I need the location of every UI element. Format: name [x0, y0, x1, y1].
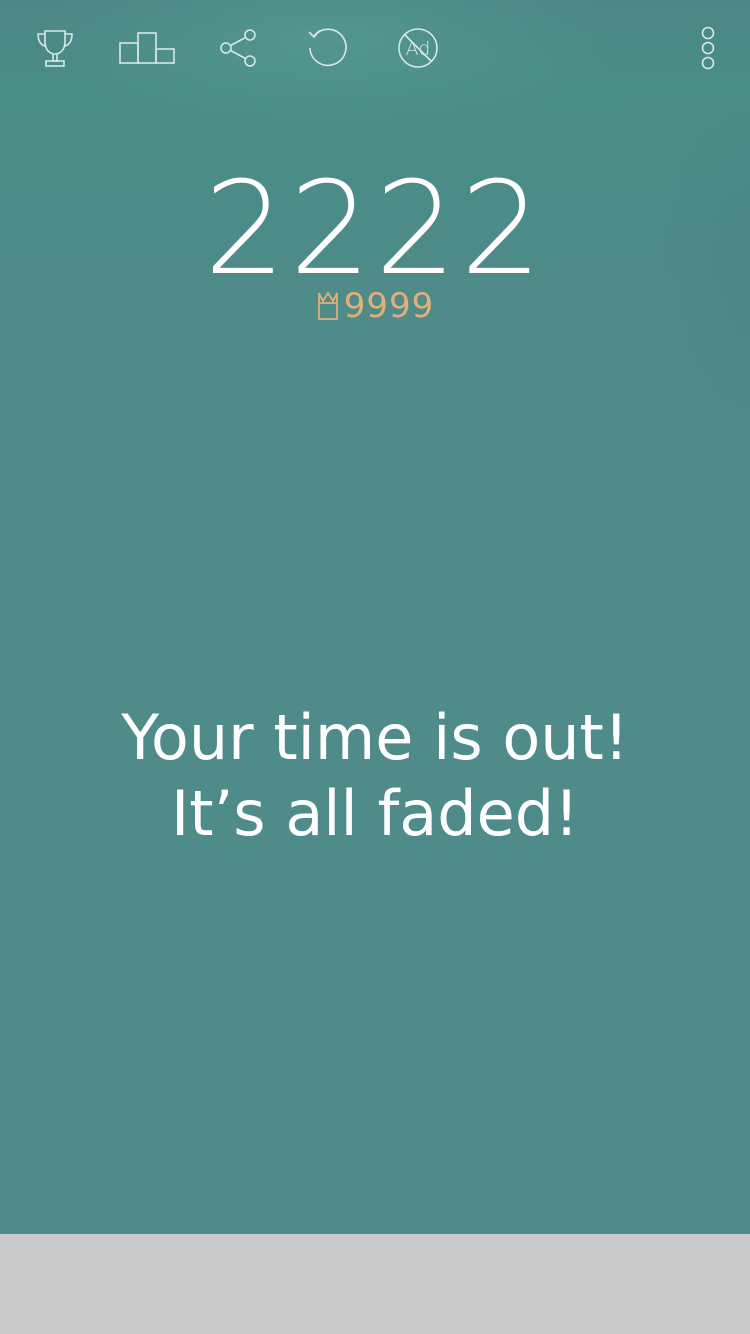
more-options-button[interactable]	[686, 26, 730, 70]
crown-icon	[316, 291, 340, 321]
game-screen: Ad 2222 9999 Your time is out! It’s all …	[0, 0, 750, 1234]
best-score-value: 9999	[343, 286, 435, 326]
remove-ads-button[interactable]: Ad	[396, 26, 440, 70]
no-ads-label: Ad	[406, 38, 431, 60]
top-toolbar: Ad	[0, 0, 750, 100]
game-over-line-1: Your time is out!	[121, 701, 629, 774]
leaderboard-button[interactable]	[117, 26, 177, 70]
share-icon	[220, 29, 256, 67]
best-score: 9999	[0, 286, 750, 326]
restart-icon	[308, 28, 347, 67]
more-options-icon	[701, 26, 715, 70]
ad-banner[interactable]	[0, 1234, 750, 1334]
trophy-icon	[37, 30, 73, 67]
game-over-line-2: It’s all faded!	[171, 777, 579, 850]
share-button[interactable]	[216, 26, 260, 70]
no-ads-icon: Ad	[398, 28, 438, 68]
current-score: 2222	[204, 155, 546, 304]
leaderboard-icon	[119, 32, 175, 64]
achievements-button[interactable]	[33, 26, 77, 70]
game-over-message: Your time is out! It’s all faded!	[0, 700, 750, 852]
restart-button[interactable]	[305, 26, 349, 70]
